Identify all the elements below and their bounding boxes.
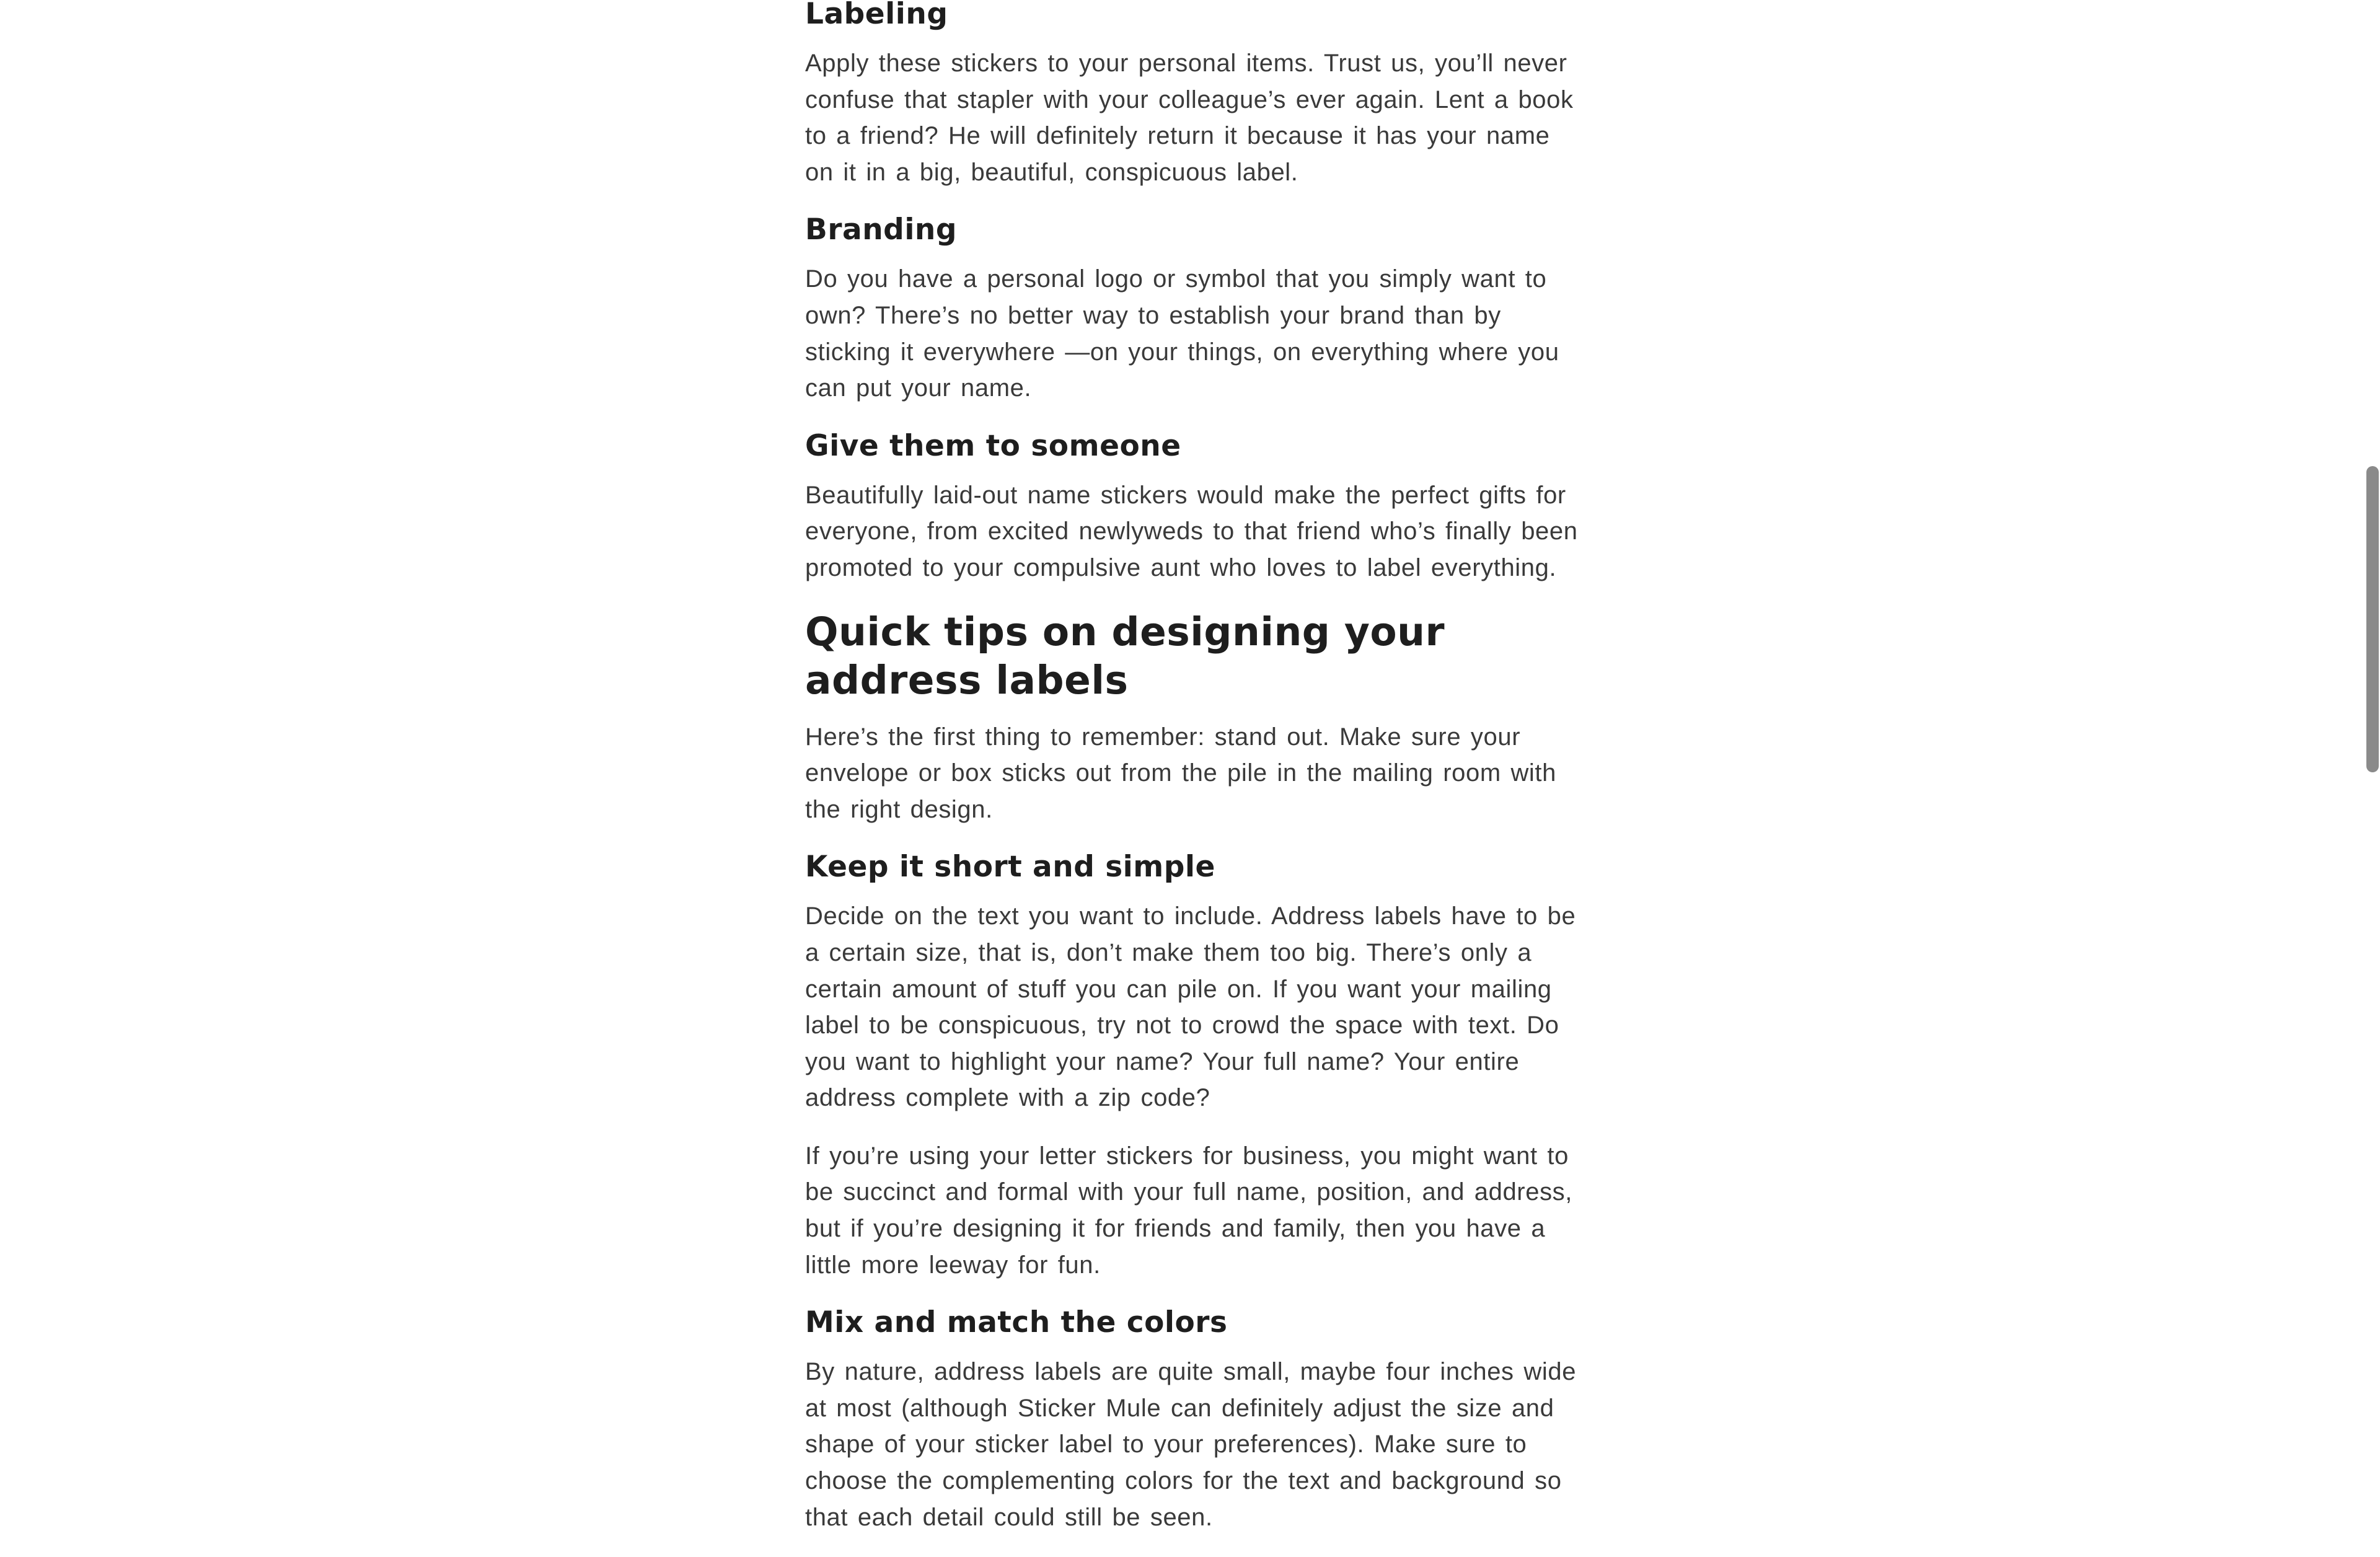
labeling-paragraph: Apply these stickers to your personal it… <box>805 50 1574 186</box>
give-them-heading: Give them to someone <box>805 428 1181 463</box>
mix-match-heading: Mix and match the colors <box>805 1305 1228 1340</box>
quick-tips-heading: Quick tips on designing your address lab… <box>805 609 1445 703</box>
mix-match-paragraph: By nature, address labels are quite smal… <box>805 1358 1577 1531</box>
scrollbar-thumb[interactable] <box>2366 466 2379 772</box>
vertical-scrollbar[interactable] <box>2363 0 2380 1338</box>
give-them-paragraph: Beautifully laid-out name stickers would… <box>805 481 1578 581</box>
branding-heading: Branding <box>805 213 958 247</box>
article-content: Labeling Apply these stickers to your pe… <box>805 0 1580 1557</box>
quick-tips-paragraph: Here’s the first thing to remember: stan… <box>805 723 1556 823</box>
labeling-heading: Labeling <box>805 0 948 31</box>
keep-short-paragraph-2: If you’re using your letter stickers for… <box>805 1142 1572 1279</box>
branding-paragraph: Do you have a personal logo or symbol th… <box>805 265 1559 402</box>
keep-short-heading: Keep it short and simple <box>805 850 1215 884</box>
keep-short-paragraph-1: Decide on the text you want to include. … <box>805 902 1576 1112</box>
